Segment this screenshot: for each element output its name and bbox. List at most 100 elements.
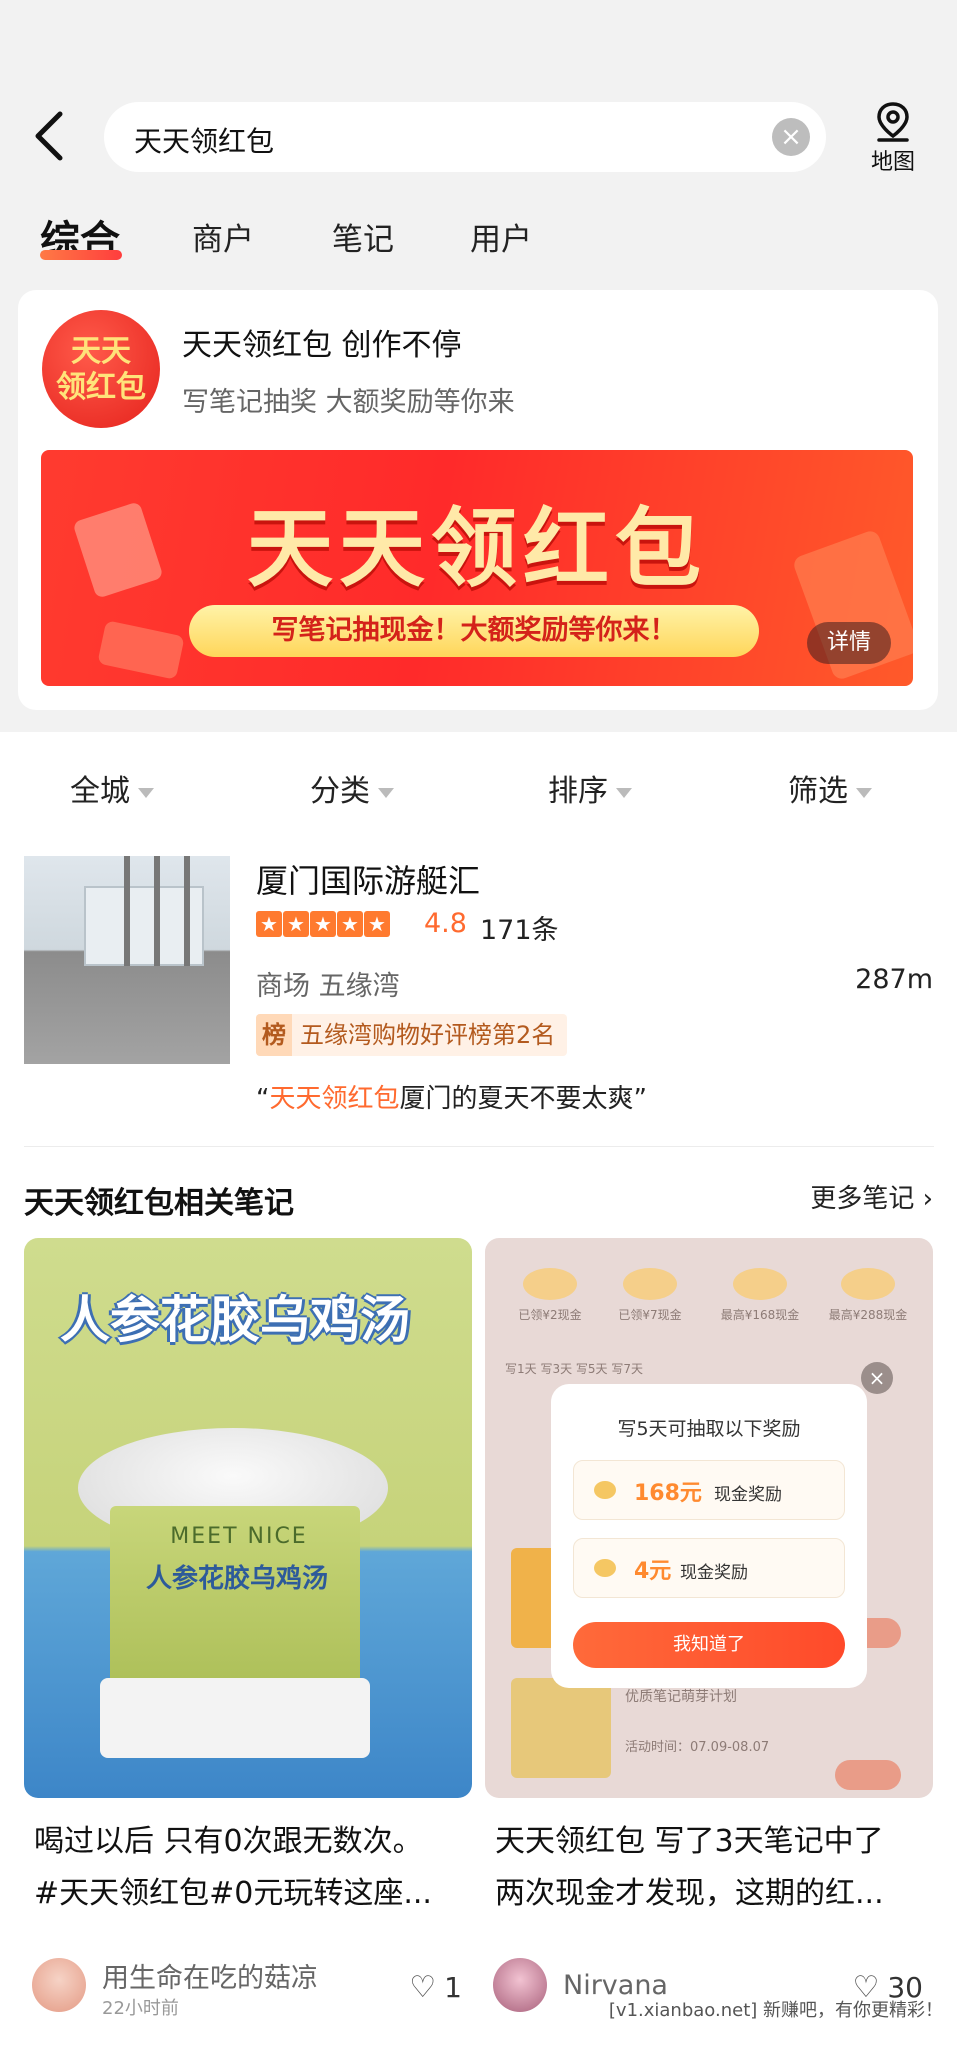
chevron-left-icon (35, 111, 63, 161)
banner-title: 天天领红包 (247, 499, 707, 599)
filter-sort-label: 排序 (548, 774, 608, 809)
shop-quote: “天天领红包厦门的夏天不要太爽” (256, 1078, 647, 1115)
tab-users[interactable]: 用户 (470, 214, 532, 259)
coin-icon (841, 1268, 895, 1300)
reward-cell-label: 已领¥7现金 (618, 1308, 682, 1322)
search-query: 天天领红包 (134, 125, 275, 158)
promo-banner[interactable]: 天天领红包 写笔记抽现金！大额奖励等你来！ 详情 (41, 450, 913, 686)
avatar (32, 1958, 86, 2012)
chevron-right-icon: › (922, 1184, 933, 1214)
caret-down-icon (856, 787, 872, 798)
results-panel: 全城 分类 排序 筛选 厦门国际游艇汇 ★ ★ ★ ★ ★ 4.8 171条 商场 五缘… (0, 732, 957, 2048)
jar-base-shape (100, 1678, 370, 1758)
note-card[interactable]: 人参花胶乌鸡汤 MEET NICE 人参花胶乌鸡汤 喝过以后 只有0次跟无数次。… (24, 1238, 472, 2019)
watermark: [v1.xianbao.net] 新赚吧，有你更精彩！ (608, 2000, 943, 2021)
activity-time: 活动时间：07.09-08.07 (625, 1740, 770, 1755)
pole-shape (124, 856, 130, 966)
reward-cell: 已领¥2现金 (505, 1258, 595, 1348)
more-notes-label: 更多笔记 (810, 1184, 915, 1214)
avatar (493, 1958, 547, 2012)
map-label: 地图 (870, 150, 915, 175)
reward-cell: 已领¥7现金 (605, 1258, 695, 1348)
star-icon: ★ (337, 911, 363, 937)
quote-highlight: 天天领红包 (269, 1084, 400, 1114)
filter-city-label: 全城 (70, 774, 130, 809)
filter-bar: 全城 分类 排序 筛选 (0, 766, 957, 816)
tab-merchants[interactable]: 商户 (192, 214, 254, 259)
shop-result[interactable]: 厦门国际游艇汇 ★ ★ ★ ★ ★ 4.8 171条 商场 五缘湾 287m 榜五缘湾购… (0, 856, 957, 1114)
shop-photo (24, 856, 230, 1064)
star-icon: ★ (310, 911, 336, 937)
notes-section-title: 天天领红包相关笔记 (24, 1186, 294, 1221)
coin-icon (594, 1559, 616, 1577)
jar-label: 人参花胶乌鸡汤 (145, 1564, 328, 1594)
star-icon: ★ (364, 911, 390, 937)
caret-down-icon (616, 787, 632, 798)
pole-shape (154, 856, 160, 966)
reward-cell-label: 最高¥288现金 (828, 1308, 908, 1322)
reward-progress-row: 已领¥2现金 已领¥7现金 最高¥168现金 最高¥288现金 (505, 1258, 915, 1348)
star-icon: ★ (283, 911, 309, 937)
divider (24, 1146, 934, 1147)
day-labels: 写1天 写3天 写5天 写7天 (505, 1362, 643, 1376)
filter-category[interactable]: 分类 (310, 766, 394, 810)
like-button[interactable]: ♡ 1 (409, 1970, 462, 2005)
ranking-badge[interactable]: 榜五缘湾购物好评榜第2名 (256, 1014, 568, 1056)
post-time: 22小时前 (102, 1998, 179, 2019)
filter-screen[interactable]: 筛选 (788, 766, 872, 810)
close-icon: × (861, 1362, 893, 1394)
coin-icon (523, 1268, 577, 1300)
rank-text: 五缘湾购物好评榜第2名 (300, 1021, 556, 1049)
tab-bar: 综合 商户 笔记 用户 (0, 206, 957, 282)
filter-city[interactable]: 全城 (70, 766, 154, 810)
more-notes-link[interactable]: 更多笔记 › (810, 1178, 933, 1215)
note-title-line: 两次现金才发现，这期的红... (495, 1876, 884, 1911)
search-input[interactable]: 天天领红包 × (104, 102, 826, 172)
reward-amount: 168元 (634, 1481, 702, 1506)
reward-item: 168元 现金奖励 (573, 1460, 845, 1520)
jar-brand: MEET NICE (170, 1524, 308, 1549)
active-tab-indicator (40, 250, 122, 260)
filter-screen-label: 筛选 (788, 774, 848, 809)
note-title-line: #天天领红包#0元玩转这座... (34, 1876, 432, 1911)
map-button[interactable]: 地图 (862, 100, 924, 176)
shop-distance: 287m (855, 964, 933, 995)
note-author[interactable]: 用生命在吃的菇凉 22小时前 ♡ 1 (24, 1954, 472, 2019)
filter-category-label: 分类 (310, 774, 370, 809)
reward-dialog: 写5天可抽取以下奖励 168元 现金奖励 4元 现金奖励 我知道了 (551, 1384, 867, 1688)
caret-down-icon (138, 787, 154, 798)
coin-icon (623, 1268, 677, 1300)
note-title: 喝过以后 只有0次跟无数次。 #天天领红包#0元玩转这座... (34, 1816, 474, 1920)
clear-icon[interactable]: × (772, 118, 810, 156)
detail-button[interactable]: 详情 (807, 622, 891, 664)
star-rating: ★ ★ ★ ★ ★ (256, 911, 391, 937)
header: 天天领红包 × 地图 综合 商户 笔记 用户 (0, 0, 957, 285)
note-title-line: 喝过以后 只有0次跟无数次。 (34, 1824, 423, 1859)
promo-subtitle: 写笔记抽奖 大额奖励等你来 (182, 387, 515, 418)
review-count: 171条 (480, 915, 559, 946)
red-envelope-decoration (97, 620, 185, 680)
promo-logo-text: 天天 领红包 (42, 334, 160, 406)
coin-icon (594, 1481, 616, 1499)
reward-cell: 最高¥288现金 (823, 1258, 913, 1348)
quote-close: ” (633, 1084, 647, 1114)
shop-name: 厦门国际游艇汇 (256, 862, 481, 900)
rating-score: 4.8 (424, 908, 467, 939)
back-button[interactable] (28, 108, 72, 164)
caret-down-icon (378, 787, 394, 798)
shop-category: 商场 五缘湾 (256, 971, 400, 1002)
pole-shape (184, 856, 190, 966)
reward-desc: 现金奖励 (680, 1563, 748, 1583)
reward-amount: 4元 (634, 1559, 672, 1584)
promo-card[interactable]: 天天 领红包 天天领红包 创作不停 写笔记抽奖 大额奖励等你来 天天领红包 写笔… (18, 290, 938, 710)
rank-tag: 榜 (256, 1014, 292, 1056)
heart-icon: ♡ (409, 1970, 437, 2005)
activity-title: 优质笔记萌芽计划 (625, 1689, 737, 1705)
filter-sort[interactable]: 排序 (548, 766, 632, 810)
like-count: 1 (444, 1971, 462, 2004)
activity-thumbnail (511, 1678, 611, 1778)
promo-logo: 天天 领红包 (42, 310, 160, 428)
note-card[interactable]: 已领¥2现金 已领¥7现金 最高¥168现金 最高¥288现金 写1天 写3天 … (485, 1238, 933, 2012)
author-name: 用生命在吃的菇凉 (102, 1963, 318, 1994)
tab-notes[interactable]: 笔记 (332, 214, 394, 259)
